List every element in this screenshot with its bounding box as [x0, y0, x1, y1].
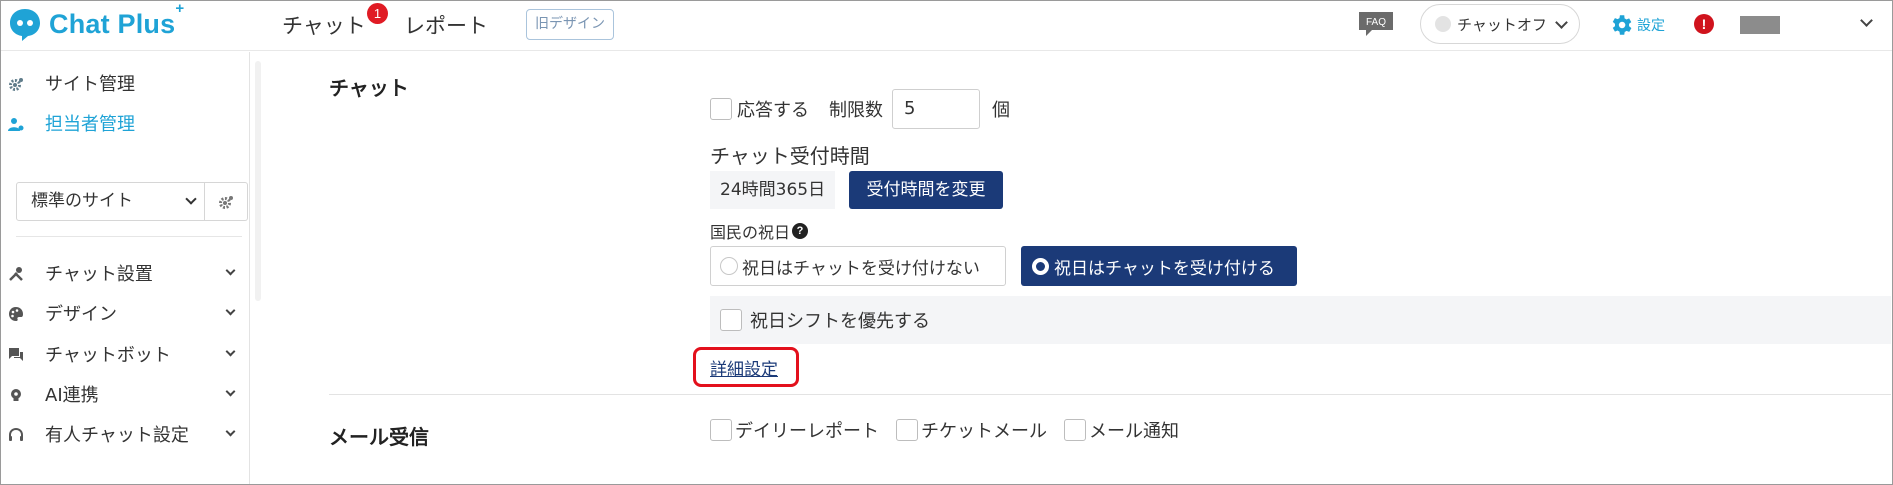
- respond-row: 応答する 制限数 5 個: [710, 87, 1010, 131]
- notification-badge: 1: [367, 3, 388, 24]
- sidebar-item-manned-chat[interactable]: 有人チャット設定: [1, 419, 250, 449]
- status-dot-icon: [1435, 16, 1451, 32]
- chevron-down-icon: [225, 305, 236, 316]
- holiday-on-option[interactable]: 祝日はチャットを受け付ける: [1021, 246, 1297, 286]
- tools-icon: [9, 267, 23, 281]
- ticket-mail-label: チケットメール: [921, 421, 1047, 442]
- mail-options: デイリーレポート チケットメール メール通知: [710, 417, 1179, 443]
- top-header: Chat Plus+ チャット 1 レポート 旧デザイン FAQ チャットオフ …: [1, 0, 1892, 51]
- gear-icon: [1612, 15, 1632, 35]
- sidebar-divider: [16, 236, 242, 237]
- ticket-mail-checkbox[interactable]: [896, 419, 918, 441]
- settings-button[interactable]: 設定: [1608, 12, 1665, 38]
- sidebar-item-design[interactable]: デザイン: [1, 298, 250, 328]
- old-design-button[interactable]: 旧デザイン: [526, 9, 614, 40]
- gear-cog-icon: [9, 78, 23, 91]
- sidebar-item-ai[interactable]: AI連携: [1, 379, 250, 409]
- limit-label: 制限数: [829, 100, 883, 121]
- help-icon[interactable]: ?: [792, 223, 809, 239]
- avatar[interactable]: [1740, 16, 1780, 34]
- svg-text:FAQ: FAQ: [1366, 17, 1386, 28]
- user-menu-chevron-icon[interactable]: [1860, 14, 1873, 27]
- shift-priority-checkbox[interactable]: [720, 309, 742, 331]
- lightbulb-icon: [11, 389, 21, 401]
- sidebar-item-staff-management[interactable]: 担当者管理: [1, 108, 250, 138]
- chevron-down-icon: [1554, 15, 1568, 29]
- site-settings-button[interactable]: [205, 182, 248, 221]
- change-hours-button[interactable]: 受付時間を変更: [849, 171, 1003, 209]
- sidebar: サイト管理 担当者管理 標準のサイト チャット設置 デザイン チャットボット A…: [1, 52, 250, 484]
- sidebar-item-chat-install[interactable]: チャット設置: [1, 258, 250, 288]
- chat-bubble-icon: [9, 348, 23, 361]
- section-divider: [329, 394, 1891, 395]
- chevron-down-icon: [225, 426, 236, 437]
- gear-cog-icon: [219, 196, 233, 209]
- app-window: Chat Plus+ チャット 1 レポート 旧デザイン FAQ チャットオフ …: [0, 0, 1893, 485]
- radio-unselected-icon: [720, 257, 738, 275]
- holiday-label-row: 国民の祝日 ?: [710, 219, 809, 243]
- faq-icon[interactable]: FAQ: [1358, 11, 1394, 37]
- limit-input[interactable]: 5: [892, 89, 980, 129]
- alert-icon[interactable]: !: [1694, 14, 1714, 34]
- section-title-chat: チャット: [329, 76, 409, 100]
- nav-report[interactable]: レポート: [404, 10, 488, 40]
- logo[interactable]: Chat Plus+: [7, 0, 185, 42]
- user-gear-icon: [8, 118, 24, 131]
- hours-value: 24時間365日: [710, 171, 836, 209]
- daily-report-checkbox[interactable]: [710, 419, 732, 441]
- headset-icon: [9, 427, 23, 441]
- palette-icon: [9, 307, 23, 321]
- section-title-mail: メール受信: [329, 425, 429, 449]
- main-content: チャット 応答する 制限数 5 個 チャット受付時間 24時間365日 受付時間…: [261, 52, 1892, 484]
- site-select[interactable]: 標準のサイト: [16, 182, 205, 221]
- chevron-down-icon: [225, 386, 236, 397]
- chevron-down-icon: [225, 346, 236, 357]
- nav-chat[interactable]: チャット: [282, 10, 366, 40]
- logo-text: Chat Plus+: [49, 0, 185, 39]
- chevron-down-icon: [185, 193, 197, 205]
- settings-label: 設定: [1637, 18, 1665, 34]
- chat-status-label: チャットオフ: [1457, 15, 1547, 34]
- chat-plus-logo-icon: [10, 9, 40, 41]
- limit-unit: 個: [992, 100, 1010, 121]
- respond-checkbox[interactable]: [710, 98, 732, 120]
- sidebar-item-site-management[interactable]: サイト管理: [1, 68, 250, 98]
- holiday-off-option[interactable]: 祝日はチャットを受け付けない: [710, 246, 1006, 286]
- radio-selected-icon: [1032, 257, 1049, 275]
- mail-notification-checkbox[interactable]: [1064, 419, 1086, 441]
- respond-label: 応答する: [737, 100, 809, 121]
- mail-notification-label: メール通知: [1089, 421, 1179, 442]
- detail-settings-link[interactable]: 詳細設定: [710, 355, 778, 380]
- daily-report-label: デイリーレポート: [735, 421, 879, 442]
- chat-status-toggle[interactable]: チャットオフ: [1420, 4, 1580, 44]
- hours-title: チャット受付時間: [710, 144, 870, 168]
- sidebar-item-chatbot[interactable]: チャットボット: [1, 339, 250, 369]
- shift-priority-row: 祝日シフトを優先する: [710, 296, 1891, 344]
- chevron-down-icon: [225, 265, 236, 276]
